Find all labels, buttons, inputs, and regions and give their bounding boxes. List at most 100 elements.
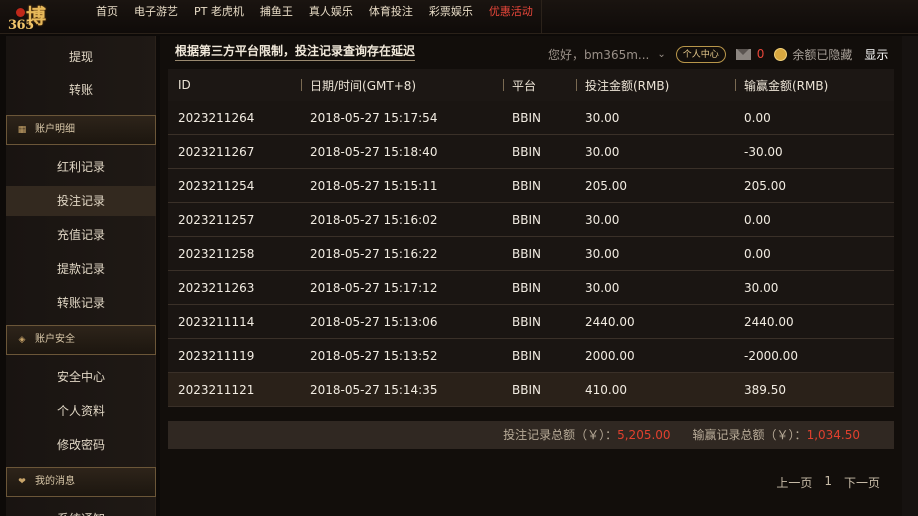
nav-item-electronic-games[interactable]: 电子游艺 — [126, 0, 186, 34]
cell-datetime: 2018-05-27 15:16:22 — [310, 246, 438, 261]
sidebar-item-deposit-records[interactable]: 充值记录 — [6, 220, 156, 250]
sidebar-item-system-notices[interactable]: 系统通知 — [6, 504, 156, 516]
sidebar-section-label: 我的消息 — [35, 476, 75, 487]
sidebar-section-my-messages[interactable]: ❤ 我的消息 — [6, 467, 156, 497]
cell-platform: BBIN — [512, 280, 541, 295]
table-row[interactable]: 2023211264 2018-05-27 15:17:54 BBIN 30.00 0.… — [168, 101, 894, 135]
table-row[interactable]: 2023211267 2018-05-27 15:18:40 BBIN 30.00 -3… — [168, 135, 894, 169]
table-header: ID 日期/时间(GMT+8) 平台 投注金额(RMB) 输赢金额(RMB) — [168, 69, 894, 101]
sidebar-item-profile[interactable]: 个人资料 — [6, 396, 156, 426]
cell-id: 2023211254 — [178, 178, 255, 193]
table-body: 2023211264 2018-05-27 15:17:54 BBIN 30.00 0.… — [168, 101, 894, 407]
nav-item-fishing-king[interactable]: 捕鱼王 — [252, 0, 301, 34]
bet-total-label: 投注记录总额（￥）： — [503, 428, 618, 442]
cell-datetime: 2018-05-27 15:13:52 — [310, 348, 438, 363]
nav-item-home[interactable]: 首页 — [88, 0, 126, 34]
bet-total-value: 5,205.00 — [617, 428, 671, 442]
user-greeting[interactable]: 您好，bm365m... — [548, 46, 649, 63]
delay-notice: 根据第三方平台限制，投注记录查询存在延迟 — [175, 42, 416, 61]
cell-bet-amount: 30.00 — [585, 110, 620, 125]
nav-item-sports-betting[interactable]: 体育投注 — [361, 0, 421, 34]
sidebar-item-withdraw-records[interactable]: 提款记录 — [6, 254, 156, 284]
ledger-icon: ▦ — [17, 125, 27, 135]
balance-status: 余额已隐藏 — [792, 47, 853, 62]
cell-datetime: 2018-05-27 15:17:54 — [310, 110, 438, 125]
mail-count-badge[interactable]: 0 — [757, 47, 765, 61]
cell-win-amount: -30.00 — [744, 144, 783, 159]
header-datetime[interactable]: 日期/时间(GMT+8) — [301, 77, 503, 94]
cell-datetime: 2018-05-27 15:14:35 — [310, 382, 438, 397]
nav-item-promotions[interactable]: 优惠活动 — [481, 0, 541, 34]
right-edge — [902, 36, 918, 516]
cell-id: 2023211263 — [178, 280, 255, 295]
chevron-down-icon[interactable]: ⌄ — [657, 49, 665, 60]
logo-number: 365 — [8, 18, 34, 33]
sidebar-section-account-details[interactable]: ▦ 账户明细 — [6, 115, 156, 145]
cell-win-amount: 205.00 — [744, 178, 786, 193]
cell-datetime: 2018-05-27 15:16:02 — [310, 212, 438, 227]
cell-platform: BBIN — [512, 144, 541, 159]
cell-win-amount: 2440.00 — [744, 314, 794, 329]
cell-win-amount: 30.00 — [744, 280, 779, 295]
next-page-link[interactable]: 下一页 — [844, 474, 880, 491]
nav-item-lottery[interactable]: 彩票娱乐 — [421, 0, 481, 34]
top-nav-bar: 博 365 首页 电子游艺 PT 老虎机 捕鱼王 真人娱乐 体育投注 彩票娱乐 优惠活动 — [0, 0, 918, 34]
cell-id: 2023211114 — [178, 314, 255, 329]
cell-win-amount: 389.50 — [744, 382, 786, 397]
header-bet-amount[interactable]: 投注金额(RMB) — [576, 77, 735, 94]
header-win-amount[interactable]: 输赢金额(RMB) — [735, 77, 894, 94]
cell-datetime: 2018-05-27 15:15:11 — [310, 178, 438, 193]
cell-bet-amount: 30.00 — [585, 246, 620, 261]
coin-icon — [774, 47, 788, 61]
table-row[interactable]: 2023211263 2018-05-27 15:17:12 BBIN 30.00 30… — [168, 271, 894, 305]
header-platform[interactable]: 平台 — [503, 77, 576, 94]
cell-bet-amount: 30.00 — [585, 144, 620, 159]
sidebar-item-transfer-records[interactable]: 转账记录 — [6, 288, 156, 318]
sidebar: 提现 转账 ▦ 账户明细红利记录投注记录充值记录提款记录转账记录 ◈ 账户安全安全中心个人… — [6, 36, 156, 516]
logo-dot-icon — [16, 8, 25, 17]
main-nav: 首页 电子游艺 PT 老虎机 捕鱼王 真人娱乐 体育投注 彩票娱乐 优惠活动 — [88, 0, 542, 34]
win-total-label: 输赢记录总额（￥）： — [692, 428, 807, 442]
shield-icon: ◈ — [18, 335, 26, 345]
cell-id: 2023211119 — [178, 348, 255, 363]
site-logo[interactable]: 博 365 — [6, 2, 76, 33]
cell-platform: BBIN — [512, 246, 541, 261]
header-id[interactable]: ID — [168, 78, 301, 92]
sidebar-section-label: 账户明细 — [35, 124, 75, 135]
prev-page-link[interactable]: 上一页 — [776, 474, 812, 491]
table-row[interactable]: 2023211121 2018-05-27 15:14:35 BBIN 410.00 3… — [168, 373, 894, 407]
show-balance-link[interactable]: 显示 — [864, 46, 888, 63]
cell-platform: BBIN — [512, 314, 541, 329]
table-row[interactable]: 2023211114 2018-05-27 15:13:06 BBIN 2440.00… — [168, 305, 894, 339]
sidebar-item-bonus-records[interactable]: 红利记录 — [6, 152, 156, 182]
sidebar-item-bet-records[interactable]: 投注记录 — [6, 186, 156, 216]
bet-records-table: ID 日期/时间(GMT+8) 平台 投注金额(RMB) 输赢金额(RMB) 2… — [168, 69, 894, 407]
current-page[interactable]: 1 — [824, 474, 832, 491]
mail-icon[interactable] — [735, 48, 751, 60]
pagination: 上一页 1 下一页 — [764, 474, 880, 491]
cell-datetime: 2018-05-27 15:18:40 — [310, 144, 438, 159]
table-row[interactable]: 2023211119 2018-05-27 15:13:52 BBIN 2000.00… — [168, 339, 894, 373]
sidebar-item-security-center[interactable]: 安全中心 — [6, 362, 156, 392]
cell-bet-amount: 2440.00 — [585, 314, 635, 329]
sidebar-item-withdraw[interactable]: 提现 — [6, 42, 156, 72]
cell-win-amount: 0.00 — [744, 246, 771, 261]
sidebar-item-change-password[interactable]: 修改密码 — [6, 430, 156, 460]
cell-id: 2023211264 — [178, 110, 255, 125]
table-row[interactable]: 2023211254 2018-05-27 15:15:11 BBIN 205.00 2… — [168, 169, 894, 203]
sidebar-section-account-security[interactable]: ◈ 账户安全 — [6, 325, 156, 355]
cell-win-amount: -2000.00 — [744, 348, 798, 363]
cell-bet-amount: 30.00 — [585, 280, 620, 295]
cell-id: 2023211257 — [178, 212, 255, 227]
nav-item-live-casino[interactable]: 真人娱乐 — [301, 0, 361, 34]
table-row[interactable]: 2023211257 2018-05-27 15:16:02 BBIN 30.00 0.… — [168, 203, 894, 237]
message-icon: ❤ — [18, 477, 26, 487]
nav-item-pt-slots[interactable]: PT 老虎机 — [186, 0, 252, 34]
table-row[interactable]: 2023211258 2018-05-27 15:16:22 BBIN 30.00 0.… — [168, 237, 894, 271]
personal-center-button[interactable]: 个人中心 — [675, 45, 726, 63]
cell-datetime: 2018-05-27 15:17:12 — [310, 280, 438, 295]
cell-platform: BBIN — [512, 348, 541, 363]
cell-id: 2023211258 — [178, 246, 255, 261]
sidebar-item-transfer[interactable]: 转账 — [6, 75, 156, 105]
cell-platform: BBIN — [512, 178, 541, 193]
